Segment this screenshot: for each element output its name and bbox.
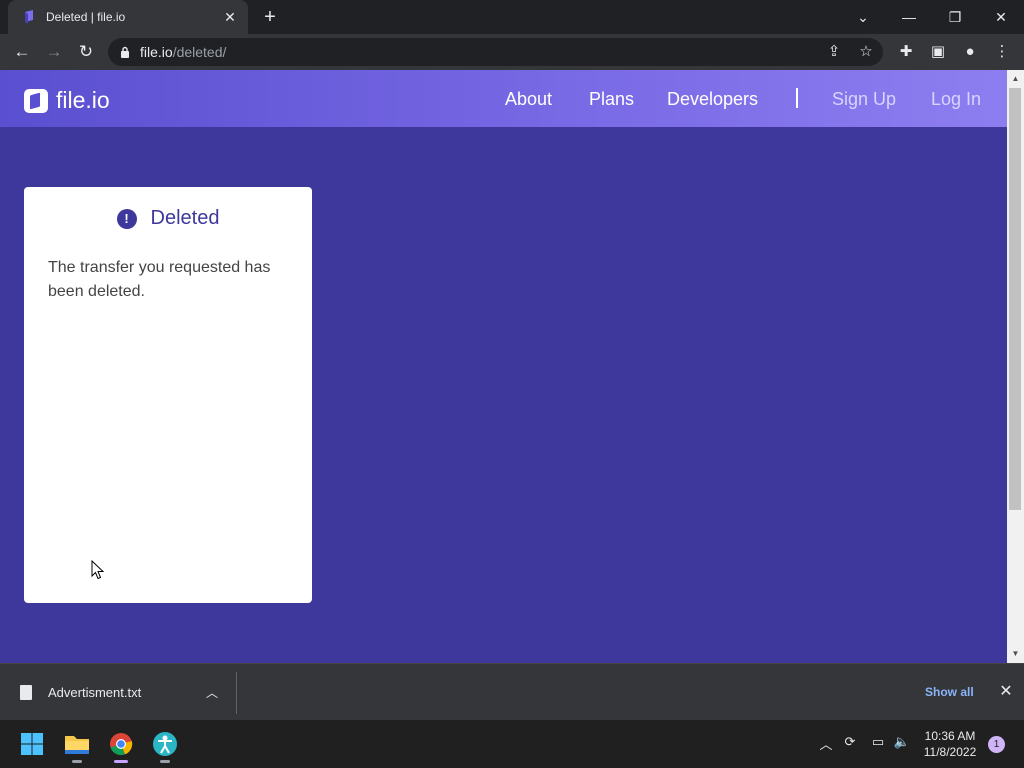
card-header: ! Deleted bbox=[24, 207, 312, 230]
file-explorer-button[interactable] bbox=[59, 726, 95, 763]
tab-title: Deleted | file.io bbox=[46, 10, 126, 24]
new-tab-button[interactable]: + bbox=[258, 6, 282, 28]
download-item[interactable]: Advertisment.txt ︿ bbox=[0, 664, 236, 721]
url-path: /deleted/ bbox=[172, 44, 227, 60]
accessibility-icon bbox=[153, 732, 177, 756]
forward-icon[interactable]: → bbox=[44, 42, 64, 62]
nav-divider bbox=[796, 88, 798, 108]
show-all-button[interactable]: Show all bbox=[925, 685, 974, 699]
fileio-logo-icon bbox=[24, 88, 48, 113]
menu-icon[interactable]: ⋮ bbox=[992, 42, 1012, 62]
folder-icon bbox=[65, 736, 89, 754]
mouse-cursor-icon bbox=[91, 560, 105, 580]
notification-badge[interactable]: 1 bbox=[988, 736, 1005, 753]
text-file-icon bbox=[20, 685, 32, 700]
download-filename: Advertisment.txt bbox=[48, 685, 142, 700]
scroll-thumb[interactable] bbox=[1009, 88, 1021, 510]
tab-search-icon[interactable]: ⌄ bbox=[848, 4, 878, 30]
chevron-up-icon[interactable]: ︿ bbox=[816, 734, 836, 753]
volume-icon[interactable]: 🔈 bbox=[892, 734, 912, 750]
back-icon[interactable]: ← bbox=[12, 42, 32, 62]
card-title: Deleted bbox=[150, 207, 220, 229]
windows-logo-icon bbox=[21, 733, 43, 755]
clock-time: 10:36 AM bbox=[924, 729, 976, 743]
share-icon[interactable]: ⇪ bbox=[824, 42, 844, 62]
nav-developers-link[interactable]: Developers bbox=[667, 89, 758, 110]
tab-close-icon[interactable]: ✕ bbox=[222, 9, 238, 26]
extensions-icon[interactable]: ✚ bbox=[896, 42, 916, 62]
close-shelf-icon[interactable]: ✕ bbox=[997, 681, 1015, 701]
running-indicator bbox=[160, 760, 170, 763]
download-shelf: Advertisment.txt ︿ Show all ✕ bbox=[0, 663, 1024, 720]
browser-toolbar: ← → ↻ file.io/deleted/ ⇪ ☆ ✚ ▣ ● ⋮ bbox=[0, 34, 1024, 70]
scroll-up-icon[interactable]: ▲ bbox=[1007, 72, 1024, 86]
page-scrollbar[interactable]: ▲ ▼ bbox=[1007, 70, 1024, 663]
running-indicator bbox=[72, 760, 82, 763]
side-panel-icon[interactable]: ▣ bbox=[928, 42, 948, 62]
url-host: file.io bbox=[140, 44, 173, 60]
clock-date: 11/8/2022 bbox=[923, 745, 977, 759]
browser-tab[interactable]: Deleted | file.io ✕ bbox=[8, 0, 248, 34]
sync-icon[interactable]: ⟳ bbox=[840, 734, 860, 750]
browser-tab-strip: Deleted | file.io ✕ + ⌄ — ❐ ✕ bbox=[0, 0, 1024, 34]
bookmark-star-icon[interactable]: ☆ bbox=[856, 42, 876, 62]
windows-taskbar: ︿ ⟳ ▭ 🔈 10:36 AM 11/8/2022 bbox=[0, 720, 1024, 768]
minimize-icon[interactable]: — bbox=[894, 4, 924, 30]
start-button[interactable] bbox=[14, 726, 50, 762]
deleted-card: ! Deleted The transfer you requested has… bbox=[24, 187, 312, 603]
nav-login-link[interactable]: Log In bbox=[931, 89, 981, 110]
nav-plans-link[interactable]: Plans bbox=[589, 89, 634, 110]
alert-icon: ! bbox=[116, 208, 137, 229]
accessibility-app-button[interactable] bbox=[147, 726, 183, 763]
card-message: The transfer you requested has been dele… bbox=[48, 259, 271, 300]
nav-signup-link[interactable]: Sign Up bbox=[832, 89, 896, 110]
network-icon[interactable]: ▭ bbox=[868, 734, 888, 750]
site-header: file.io About Plans Developers Sign Up L… bbox=[0, 70, 1007, 127]
web-page: file.io About Plans Developers Sign Up L… bbox=[0, 70, 1007, 663]
chevron-up-icon[interactable]: ︿ bbox=[206, 684, 218, 701]
logo-text: file.io bbox=[56, 87, 110, 113]
chrome-icon bbox=[110, 733, 133, 756]
window-close-icon[interactable]: ✕ bbox=[986, 4, 1016, 30]
reload-icon[interactable]: ↻ bbox=[76, 42, 96, 62]
address-bar[interactable]: file.io/deleted/ bbox=[108, 38, 883, 66]
restore-icon[interactable]: ❐ bbox=[940, 4, 970, 30]
active-indicator bbox=[114, 760, 128, 763]
lock-icon bbox=[121, 46, 129, 58]
fileio-favicon-icon bbox=[25, 10, 33, 24]
system-clock[interactable]: 10:36 AM 11/8/2022 bbox=[918, 728, 982, 760]
profile-icon[interactable]: ● bbox=[960, 42, 980, 62]
site-logo[interactable]: file.io bbox=[24, 87, 110, 114]
download-separator bbox=[236, 672, 237, 714]
scroll-down-icon[interactable]: ▼ bbox=[1007, 647, 1024, 661]
chrome-taskbar-button[interactable] bbox=[103, 726, 139, 763]
nav-about-link[interactable]: About bbox=[505, 89, 552, 110]
